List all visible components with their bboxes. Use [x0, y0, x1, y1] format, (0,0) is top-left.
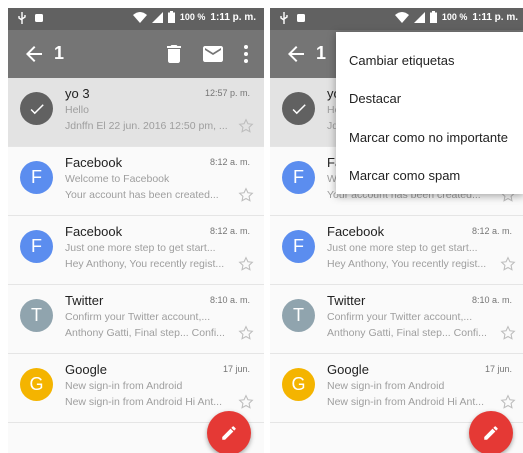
email-row[interactable]: T Twitter 8:10 a. m. Confirm your Twitte…: [270, 285, 523, 354]
menu-item[interactable]: Cambiar etiquetas: [336, 41, 523, 79]
email-time: 12:57 p. m.: [204, 88, 250, 98]
email-subject: Just one more step to get start...: [327, 242, 478, 254]
compose-button[interactable]: [469, 411, 513, 453]
notification-icon: [35, 14, 43, 22]
avatar[interactable]: F: [20, 230, 53, 263]
star-icon[interactable]: [238, 394, 254, 410]
email-time: 8:10 a. m.: [471, 295, 512, 305]
email-row[interactable]: T Twitter 8:10 a. m. Confirm your Twitte…: [8, 285, 264, 354]
wifi-icon: [394, 11, 409, 23]
star-icon[interactable]: [238, 256, 254, 272]
email-subject: Just one more step to get start...: [65, 242, 216, 254]
avatar[interactable]: F: [282, 161, 315, 194]
email-snippet: New sign-in from Android Hi Ant...: [327, 396, 484, 408]
email-time: 8:12 a. m.: [209, 226, 250, 236]
email-subject: Welcome to Facebook: [65, 173, 170, 185]
avatar-selected[interactable]: [20, 92, 53, 125]
email-sender: Facebook: [65, 155, 123, 170]
avatar[interactable]: T: [20, 299, 53, 332]
status-time: 1:11 p. m.: [472, 11, 518, 23]
avatar[interactable]: F: [282, 230, 315, 263]
email-sender: Twitter: [327, 293, 366, 308]
battery-percent: 100 %: [441, 12, 468, 22]
email-row[interactable]: yo 3 12:57 p. m. Hello Jdnffn El 22 jun.…: [8, 78, 264, 147]
battery-percent: 100 %: [179, 12, 206, 22]
overflow-menu: Cambiar etiquetas Destacar Marcar como no …: [336, 32, 523, 194]
compose-button[interactable]: [207, 411, 251, 453]
email-sender: Facebook: [327, 224, 385, 239]
status-bar: 100 % 1:11 p. m.: [270, 8, 523, 30]
email-subject: Confirm your Twitter account,...: [65, 311, 211, 323]
email-time: 8:12 a. m.: [471, 226, 512, 236]
avatar[interactable]: G: [282, 368, 315, 401]
email-snippet: Hey Anthony, You recently regist...: [65, 258, 225, 270]
email-snippet: Your account has been created...: [65, 189, 219, 201]
action-bar: 1: [8, 30, 264, 78]
more-vert-icon[interactable]: [234, 42, 258, 66]
signal-icon: [151, 11, 163, 23]
email-row[interactable]: F Facebook 8:12 a. m. Just one more step…: [270, 216, 523, 285]
email-snippet: Hey Anthony, You recently regist...: [327, 258, 487, 270]
email-snippet: Anthony Gatti, Final step... Confi...: [327, 327, 487, 339]
email-subject: New sign-in from Android: [327, 380, 445, 392]
email-time: 17 jun.: [222, 364, 250, 374]
usb-icon: [18, 12, 26, 24]
pencil-icon: [222, 426, 236, 440]
menu-item[interactable]: Destacar: [336, 80, 523, 118]
usb-icon: [280, 12, 288, 24]
checkmark-icon: [292, 103, 306, 114]
email-snippet: Anthony Gatti, Final step... Confi...: [65, 327, 225, 339]
wifi-icon: [132, 11, 147, 23]
email-time: 8:12 a. m.: [209, 157, 250, 167]
star-icon[interactable]: [500, 325, 516, 341]
selected-count: 1: [316, 43, 327, 63]
email-time: 8:10 a. m.: [209, 295, 250, 305]
star-icon[interactable]: [500, 256, 516, 272]
email-sender: Google: [327, 362, 369, 377]
selected-count: 1: [54, 43, 65, 63]
avatar-selected[interactable]: [282, 92, 315, 125]
star-icon[interactable]: [238, 187, 254, 203]
battery-icon: [429, 11, 437, 23]
star-icon[interactable]: [238, 118, 254, 134]
notification-icon: [297, 14, 305, 22]
checkmark-icon: [30, 103, 44, 114]
phone-screen-left: 100 % 1:11 p. m. 1 yo 3 12:57 p. m. Hell…: [8, 8, 264, 453]
star-icon[interactable]: [238, 325, 254, 341]
avatar[interactable]: G: [20, 368, 53, 401]
email-snippet: New sign-in from Android Hi Ant...: [65, 396, 222, 408]
email-time: 17 jun.: [484, 364, 512, 374]
status-bar: 100 % 1:11 p. m.: [8, 8, 264, 30]
star-icon[interactable]: [500, 394, 516, 410]
email-sender: Twitter: [65, 293, 104, 308]
email-subject: Confirm your Twitter account,...: [327, 311, 473, 323]
pencil-icon: [484, 426, 498, 440]
email-row[interactable]: F Facebook 8:12 a. m. Just one more step…: [8, 216, 264, 285]
email-subject: Hello: [65, 104, 89, 116]
battery-icon: [167, 11, 175, 23]
phone-screen-right: 100 % 1:11 p. m. 1 yo 3 12:57 p. m. Hell…: [270, 8, 523, 453]
menu-item[interactable]: Marcar como spam: [336, 157, 523, 195]
email-sender: Google: [65, 362, 107, 377]
email-sender: Facebook: [65, 224, 123, 239]
menu-item[interactable]: Marcar como no importante: [336, 118, 523, 156]
email-row[interactable]: F Facebook 8:12 a. m. Welcome to Faceboo…: [8, 147, 264, 216]
avatar[interactable]: T: [282, 299, 315, 332]
email-sender: yo 3: [65, 86, 90, 101]
status-time: 1:11 p. m.: [210, 11, 256, 23]
email-snippet: Jdnffn El 22 jun. 2016 12:50 pm, ...: [65, 120, 228, 132]
email-subject: New sign-in from Android: [65, 380, 183, 392]
avatar[interactable]: F: [20, 161, 53, 194]
signal-icon: [413, 11, 425, 23]
trash-icon[interactable]: [162, 42, 186, 66]
arrow-left-icon[interactable]: [22, 42, 46, 66]
envelope-icon[interactable]: [201, 42, 225, 66]
arrow-left-icon[interactable]: [284, 42, 308, 66]
